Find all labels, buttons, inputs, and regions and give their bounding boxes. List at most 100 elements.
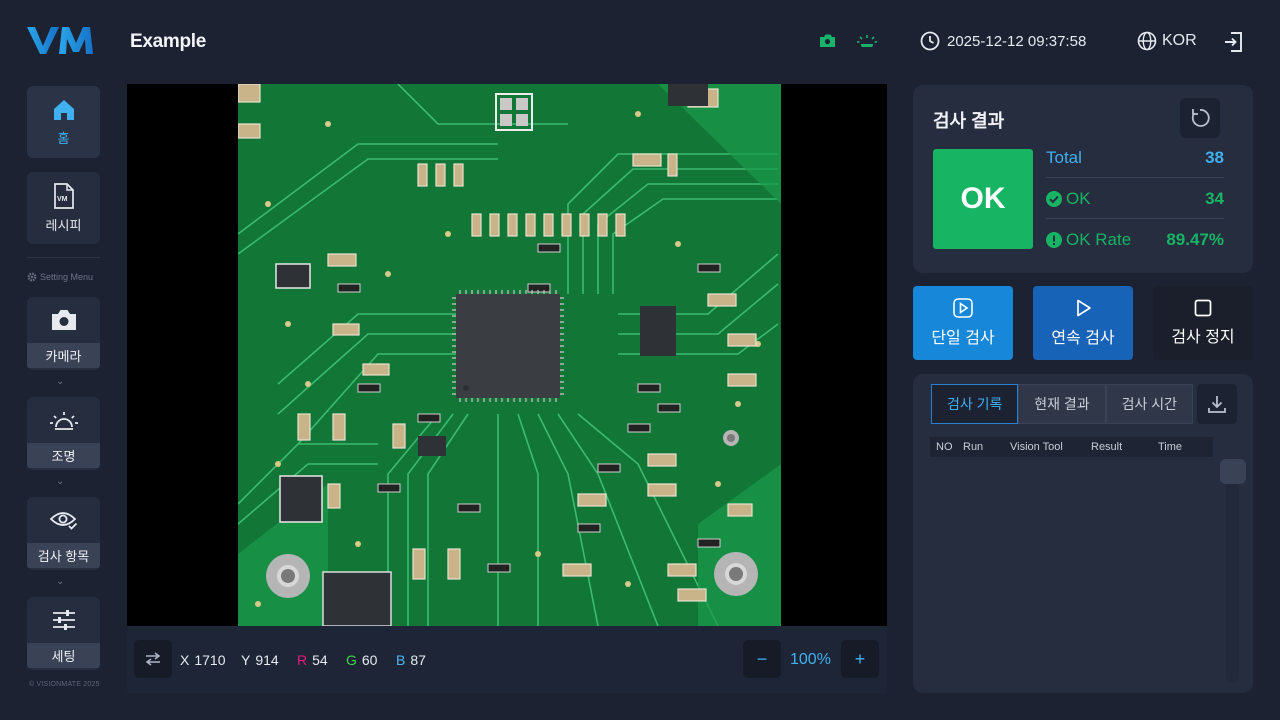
col-time: Time — [1158, 441, 1183, 453]
total-label: Total — [1046, 147, 1082, 167]
y-label: Y — [241, 652, 251, 668]
eye-check-icon — [49, 512, 77, 530]
language-selector[interactable]: KOR — [1137, 31, 1197, 51]
g-channel: G 60 — [346, 652, 377, 668]
stop-inspection-label: 검사 정지 — [1171, 329, 1235, 346]
home-icon — [53, 99, 74, 120]
ok-label: OK — [1066, 188, 1091, 208]
check-circle-icon — [1046, 190, 1062, 207]
swap-button[interactable] — [134, 640, 172, 678]
setting-menu-label: Setting Menu — [40, 272, 94, 282]
play-icon — [1077, 299, 1091, 317]
camera-icon — [51, 310, 76, 330]
light-status-icon — [857, 35, 877, 47]
light-icon — [49, 412, 78, 430]
nav-light[interactable]: 조명 — [27, 397, 100, 470]
b-value: 87 — [410, 652, 426, 668]
g-label: G — [346, 652, 357, 668]
clock-icon — [920, 31, 940, 51]
total-value: 38 — [1205, 147, 1224, 167]
tab-inspection-history[interactable]: 검사 기록 — [931, 384, 1019, 424]
ok-rate-value: 89.47% — [1166, 230, 1224, 249]
log-table-header: NO Run Vision Tool Result Time — [930, 437, 1213, 457]
zoom-level: 100% — [790, 651, 831, 668]
x-coordinate: X 1710 — [180, 652, 226, 668]
ok-rate-row: OK Rate 89.47% — [1046, 220, 1224, 260]
sliders-icon — [52, 610, 75, 630]
language-label: KOR — [1162, 32, 1197, 49]
chevron-down-icon: ⌄ — [56, 576, 65, 587]
play-icon — [953, 298, 973, 318]
result-status-badge: OK — [933, 149, 1033, 249]
log-scrollbar-thumb[interactable] — [1220, 459, 1246, 484]
logout-icon[interactable] — [1222, 31, 1244, 53]
copyright-text: © VISIONMATE 2025 — [29, 681, 100, 688]
single-inspection-button[interactable]: 단일 검사 — [913, 286, 1013, 360]
ok-value: 34 — [1205, 188, 1224, 208]
download-button[interactable] — [1197, 384, 1237, 424]
continuous-inspection-button[interactable]: 연속 검사 — [1033, 286, 1133, 360]
nav-light-label: 조명 — [27, 443, 100, 468]
tab-current-result[interactable]: 현재 결과 — [1018, 384, 1106, 424]
nav-inspection-item-label: 검사 항목 — [27, 543, 100, 568]
r-value: 54 — [312, 652, 328, 668]
visionmate-logo — [27, 27, 93, 54]
tab-inspection-time[interactable]: 검사 시간 — [1105, 384, 1193, 424]
setting-menu-heading: Setting Menu — [27, 272, 93, 282]
col-run: Run — [963, 441, 984, 453]
camera-status-icon — [820, 34, 835, 47]
nav-home[interactable]: 홈 — [27, 86, 100, 158]
pcb-inspection-image — [238, 84, 781, 626]
download-icon — [1208, 396, 1226, 413]
single-inspection-label: 단일 검사 — [931, 330, 995, 347]
zoom-in-button[interactable]: + — [841, 640, 879, 678]
nav-inspection-item[interactable]: 검사 항목 — [27, 497, 100, 570]
r-label: R — [297, 652, 308, 668]
refresh-icon — [1191, 109, 1210, 127]
x-value: 1710 — [194, 652, 226, 668]
viewer-toolbar: X 1710 Y 914 R 54 G 60 B 87 − 100% + — [127, 626, 887, 693]
b-channel: B 87 — [396, 652, 426, 668]
gear-icon — [27, 272, 37, 282]
log-scrollbar-track[interactable] — [1226, 459, 1239, 683]
y-value: 914 — [255, 652, 279, 668]
recipe-file-icon: VM — [53, 182, 74, 209]
inspection-result-card: 검사 결과 OK Total 38 OK 34 OK Rate 89.47% — [913, 85, 1253, 273]
result-title: 검사 결과 — [933, 111, 1005, 131]
stop-inspection-button[interactable]: 검사 정지 — [1153, 286, 1253, 360]
continuous-inspection-label: 연속 검사 — [1051, 330, 1115, 347]
nav-recipe[interactable]: VM 레시피 — [27, 172, 100, 244]
chevron-down-icon: ⌄ — [56, 376, 65, 387]
stop-icon — [1194, 299, 1212, 317]
col-result: Result — [1091, 441, 1123, 453]
g-value: 60 — [361, 652, 378, 668]
r-channel: R 54 — [297, 652, 328, 668]
globe-icon — [1137, 31, 1157, 51]
app-title: Example — [130, 31, 207, 52]
col-vision-tool: Vision Tool — [1010, 441, 1063, 453]
b-label: B — [396, 652, 406, 668]
zoom-out-button[interactable]: − — [743, 640, 781, 678]
y-coordinate: Y 914 — [241, 652, 279, 668]
svg-text:VM: VM — [57, 196, 68, 203]
inspection-log-card: 검사 기록 현재 결과 검사 시간 NO Run Vision Tool Res… — [913, 374, 1253, 693]
reset-button[interactable] — [1180, 98, 1220, 138]
nav-settings[interactable]: 세팅 — [27, 597, 100, 670]
nav-camera[interactable]: 카메라 — [27, 297, 100, 370]
nav-camera-label: 카메라 — [27, 343, 100, 368]
swap-arrows-icon — [145, 652, 161, 666]
ok-rate-label: OK Rate — [1066, 230, 1132, 249]
info-circle-icon — [1046, 232, 1062, 248]
ok-row: OK 34 — [1046, 179, 1224, 219]
log-tabs: 검사 기록 현재 결과 검사 시간 — [931, 384, 1193, 424]
nav-settings-label: 세팅 — [27, 643, 100, 668]
datetime-display: 2025-12-12 09:37:58 — [920, 31, 1086, 51]
total-row: Total 38 — [1046, 138, 1224, 178]
datetime-text: 2025-12-12 09:37:58 — [947, 32, 1087, 50]
image-viewer[interactable] — [127, 84, 887, 626]
x-label: X — [180, 652, 190, 668]
nav-recipe-label: 레시피 — [45, 217, 82, 233]
col-no: NO — [936, 441, 953, 453]
chevron-down-icon: ⌄ — [56, 476, 65, 487]
nav-home-label: 홈 — [57, 130, 70, 146]
